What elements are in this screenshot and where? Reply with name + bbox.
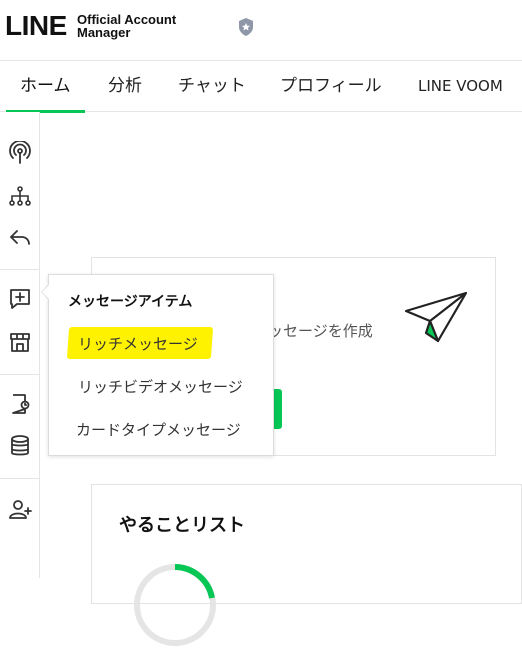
dropdown-item-rich-video-message[interactable]: リッチビデオメッセージ [78,376,243,397]
paper-plane-icon [404,291,468,343]
header: LINE Official Account Manager [0,0,522,60]
add-user-icon[interactable] [8,497,32,521]
reply-icon[interactable] [8,225,32,249]
dropdown-item-card-type-message[interactable]: カードタイプメッセージ [76,419,241,440]
tab-chat[interactable]: チャット [178,61,246,112]
shield-star-icon [238,18,254,36]
main-tabs: ホーム 分析 チャット プロフィール LINE VOOM [0,60,522,113]
tab-analytics[interactable]: 分析 [108,61,142,112]
sidebar-divider [0,374,40,375]
dropdown-pointer-inner [42,285,49,299]
sidebar-divider [0,478,40,479]
create-message-text[interactable]: ッセージを作成 [268,320,373,341]
tab-home[interactable]: ホーム [6,61,84,113]
logo-line[interactable]: LINE [5,10,67,42]
tab-profile[interactable]: プロフィール [280,61,382,112]
broadcast-icon[interactable] [8,139,32,165]
todo-title: やることリスト [119,515,245,536]
progress-ring [130,560,220,650]
dropdown-title: メッセージアイテム [68,294,193,310]
logo-sub-line2: Manager [77,25,131,40]
tab-line-voom[interactable]: LINE VOOM [418,61,503,112]
store-icon[interactable] [8,330,32,354]
coupon-icon[interactable] [8,392,32,416]
dropdown-item-rich-message[interactable]: リッチメッセージ [78,333,198,354]
sidebar [0,112,40,578]
hierarchy-icon[interactable] [8,184,32,208]
logo-subtitle: Official Account Manager [77,13,176,39]
database-icon[interactable] [8,434,32,458]
message-add-icon[interactable] [8,287,32,311]
sidebar-divider [0,269,40,270]
